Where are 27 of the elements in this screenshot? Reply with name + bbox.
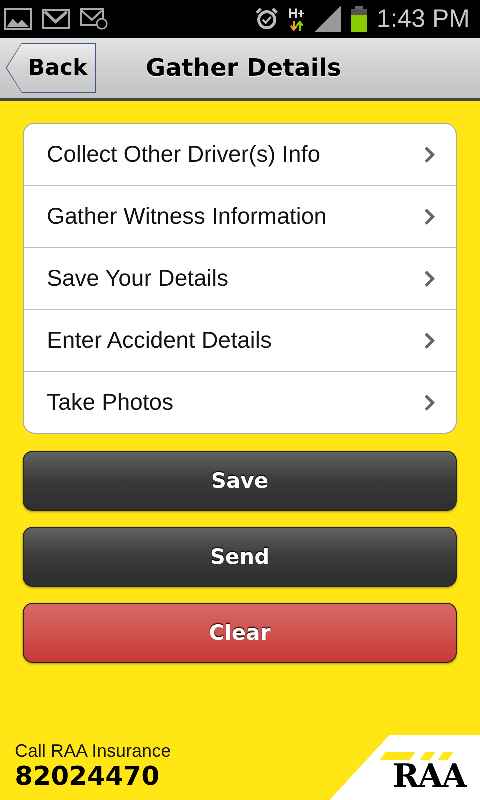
picture-icon xyxy=(4,8,32,30)
chevron-icon xyxy=(424,394,436,412)
chevron-icon xyxy=(424,146,436,164)
clock-time: 1:43 PM xyxy=(376,4,470,34)
mail-icon xyxy=(42,9,70,29)
menu-item[interactable]: Collect Other Driver(s) Info xyxy=(24,124,456,185)
battery-icon xyxy=(350,6,367,32)
signal-icon xyxy=(314,6,341,32)
email-icon xyxy=(80,8,108,30)
clear-button[interactable]: Clear xyxy=(23,603,457,663)
chevron-icon xyxy=(424,270,436,288)
action-button[interactable]: Send xyxy=(23,527,457,587)
network-type: H+ xyxy=(288,8,305,20)
chevron-icon xyxy=(424,332,436,350)
logo: RAA xyxy=(330,735,480,800)
alarm-icon xyxy=(254,7,279,31)
menu-item[interactable]: Save Your Details xyxy=(24,247,456,309)
menu-item[interactable]: Gather Witness Information xyxy=(24,185,456,247)
data-arrows-icon xyxy=(290,20,304,30)
phone-number[interactable]: 82024470 xyxy=(15,762,172,792)
action-button[interactable]: Save xyxy=(23,451,457,511)
screen-title: Gather Details xyxy=(146,54,342,82)
menu-item[interactable]: Take Photos xyxy=(24,371,456,433)
menu-item[interactable]: Enter Accident Details xyxy=(24,309,456,371)
back-button[interactable]: Back xyxy=(6,43,96,93)
chevron-icon xyxy=(424,208,436,226)
call-caption: Call RAA Insurance xyxy=(15,741,172,762)
